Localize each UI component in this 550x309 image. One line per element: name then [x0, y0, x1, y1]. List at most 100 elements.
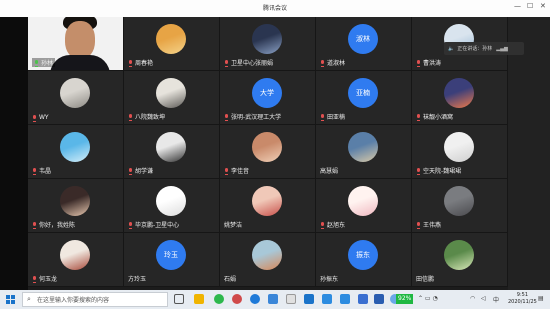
- participant-tile[interactable]: 玲玉 方玲玉: [124, 233, 220, 287]
- participant-tile[interactable]: 何玉龙: [28, 233, 124, 287]
- participant-tile[interactable]: 八院魏致坤: [124, 71, 220, 125]
- participant-tile[interactable]: 你好，我姓陈: [28, 179, 124, 233]
- mic-muted-icon: [128, 113, 133, 121]
- participant-name-text: 李佳音: [231, 168, 250, 175]
- avatar-text: 亚楠: [348, 78, 378, 108]
- participant-tile[interactable]: 卫星中心张丽娟: [220, 17, 316, 71]
- participant-name: 孙振东: [320, 274, 338, 283]
- taskbar-search[interactable]: ⌕ 在这里输入你要搜索的内容: [22, 292, 168, 307]
- speaking-label: 正在讲话：孙林: [457, 46, 493, 52]
- app-icon[interactable]: [358, 294, 368, 304]
- close-icon[interactable]: ✕: [540, 2, 546, 10]
- app-icon[interactable]: [232, 294, 242, 304]
- participant-name-text: 八院魏致坤: [135, 114, 166, 121]
- participant-name-text: 高慧娟: [320, 168, 339, 175]
- participant-tile[interactable]: 石娟: [220, 233, 316, 287]
- tray-icons[interactable]: ⌃ ▭ ◔: [418, 295, 438, 302]
- participant-tile[interactable]: 空天院-魏珺珺: [412, 125, 508, 179]
- participant-tile[interactable]: 袜靓小酒窝: [412, 71, 508, 125]
- file-explorer-icon[interactable]: [194, 294, 204, 304]
- wechat-icon[interactable]: [214, 294, 224, 304]
- participant-name-text: 袜靓小酒窝: [423, 114, 454, 121]
- avatar: [348, 132, 378, 162]
- participant-name-text: 孙振东: [320, 276, 339, 283]
- right-panel: [508, 17, 550, 290]
- mic-muted-icon: [320, 59, 325, 67]
- tencent-meeting-icon[interactable]: [322, 294, 332, 304]
- app-icon[interactable]: [268, 294, 278, 304]
- participant-name-text: 卫星中心张丽娟: [231, 60, 274, 67]
- participant-name-text: 王伟燕: [423, 222, 442, 229]
- participant-tile[interactable]: 亚楠 田亚楠: [316, 71, 412, 125]
- participant-tile[interactable]: 淑林 道淑林: [316, 17, 412, 71]
- mic-muted-icon: [32, 167, 37, 175]
- participant-tile[interactable]: 王伟燕: [412, 179, 508, 233]
- participant-tile[interactable]: 姚梦洁: [220, 179, 316, 233]
- avatar: [60, 132, 90, 162]
- participant-name: 张明-武汉理工大学: [224, 112, 281, 121]
- maximize-icon[interactable]: ☐: [527, 2, 533, 10]
- person-face: [65, 21, 95, 59]
- avatar-text: 大学: [252, 78, 282, 108]
- participant-tile[interactable]: 李佳音: [220, 125, 316, 179]
- avatar: [348, 186, 378, 216]
- app-icon[interactable]: [304, 294, 314, 304]
- participant-tile[interactable]: 韦晶: [28, 125, 124, 179]
- avatar: [444, 132, 474, 162]
- participant-name-text: 姚梦洁: [224, 222, 243, 229]
- mic-muted-icon: [416, 59, 421, 67]
- participant-name-text: 胡学谦: [135, 168, 154, 175]
- windows-start-icon[interactable]: [6, 295, 15, 304]
- speaking-indicator: 🔈 正在讲话：孙林 ▂▄▆: [444, 42, 524, 55]
- participant-tile[interactable]: 赵旭东: [316, 179, 412, 233]
- participant-tile[interactable]: 胡学谦: [124, 125, 220, 179]
- participant-name-text: 张明-武汉理工大学: [231, 114, 282, 121]
- participant-name-text: 赵旭东: [327, 222, 346, 229]
- avatar-text: 振东: [348, 240, 378, 270]
- participant-tile[interactable]: 毕京鹏-卫星中心: [124, 179, 220, 233]
- task-view-icon[interactable]: [174, 294, 184, 304]
- volume-icon[interactable]: ◁: [481, 295, 486, 302]
- participant-tile[interactable]: 周春艳: [124, 17, 220, 71]
- participant-name-text: 田亚楠: [327, 114, 346, 121]
- avatar-text: 玲玉: [156, 240, 186, 270]
- clock-time: 9:51: [516, 292, 529, 298]
- participant-name: 八院魏致坤: [128, 112, 165, 121]
- participant-tile[interactable]: 高慧娟: [316, 125, 412, 179]
- participant-grid: 孙林 周春艳 卫星中心张丽娟 淑林 道淑林 曹洪涛 WY 八院魏致坤 大学 张明-武汉理工大学 亚楠…: [28, 17, 508, 290]
- avatar: [252, 186, 282, 216]
- input-method[interactable]: 中: [493, 295, 499, 304]
- mic-muted-icon: [224, 59, 229, 67]
- app-icon[interactable]: [286, 294, 296, 304]
- app-icon[interactable]: [340, 294, 350, 304]
- avatar: [444, 240, 474, 270]
- avatar: [60, 240, 90, 270]
- minimize-icon[interactable]: —: [514, 2, 521, 10]
- mic-muted-icon: [224, 167, 229, 175]
- participant-name: 空天院-魏珺珺: [416, 166, 461, 175]
- wifi-icon[interactable]: ◠: [470, 295, 475, 302]
- mic-muted-icon: [416, 221, 421, 229]
- participant-tile[interactable]: 大学张明-武汉理工大学: [220, 71, 316, 125]
- participant-name-text: 道淑林: [327, 60, 346, 67]
- participant-tile[interactable]: 田信鹏: [412, 233, 508, 287]
- clock[interactable]: 9:51 2020/11/25: [508, 292, 537, 306]
- participant-name-text: 田信鹏: [416, 276, 435, 283]
- person-body: [50, 55, 110, 70]
- participant-tile[interactable]: 振东孙振东: [316, 233, 412, 287]
- participant-name-text: 空天院-魏珺珺: [423, 168, 462, 175]
- edge-icon[interactable]: [250, 294, 260, 304]
- mic-muted-icon: [128, 59, 133, 67]
- notification-icon[interactable]: ▤: [538, 295, 544, 302]
- participant-name: 你好，我姓陈: [32, 220, 75, 229]
- mic-muted-icon: [128, 221, 133, 229]
- mic-muted-icon: [416, 167, 421, 175]
- avatar: [156, 78, 186, 108]
- avatar: [444, 78, 474, 108]
- participant-tile[interactable]: WY: [28, 71, 124, 125]
- participant-name: 姚梦洁: [224, 220, 242, 229]
- battery-indicator[interactable]: 92%: [396, 294, 414, 304]
- participant-tile[interactable]: 孙林: [28, 17, 124, 71]
- word-icon[interactable]: [374, 294, 384, 304]
- avatar: [60, 186, 90, 216]
